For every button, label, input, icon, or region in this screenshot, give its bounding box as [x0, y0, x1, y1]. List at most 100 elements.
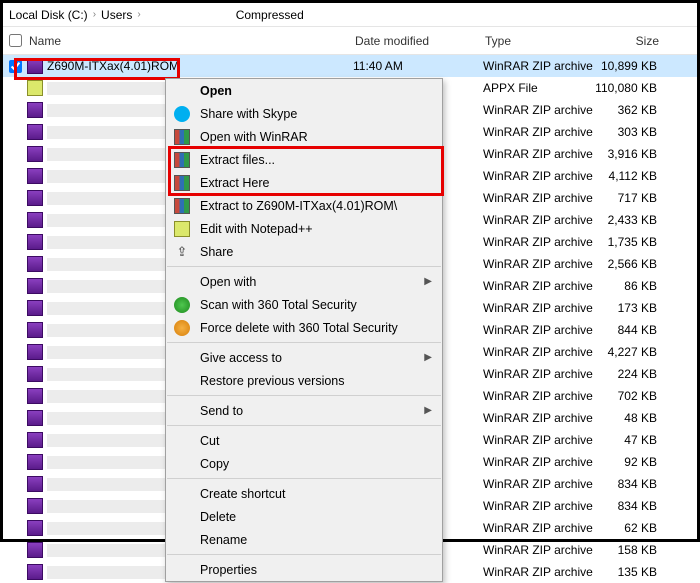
menu-properties[interactable]: Properties	[166, 558, 442, 581]
menu-extract-here[interactable]: Extract Here	[166, 171, 442, 194]
file-size: 2,566 KB	[595, 257, 665, 271]
chevron-right-icon: ›	[93, 9, 96, 20]
file-icon	[27, 58, 43, 74]
file-type: WinRAR ZIP archive	[483, 213, 595, 227]
file-size: 3,916 KB	[595, 147, 665, 161]
breadcrumb-part[interactable]: Users	[101, 8, 132, 22]
file-size: 834 KB	[595, 499, 665, 513]
menu-copy[interactable]: Copy	[166, 452, 442, 475]
file-icon	[27, 212, 43, 228]
file-type: WinRAR ZIP archive	[483, 433, 595, 447]
file-icon	[27, 278, 43, 294]
file-type: WinRAR ZIP archive	[483, 477, 595, 491]
row-checkbox[interactable]	[9, 60, 22, 73]
menu-create-shortcut[interactable]: Create shortcut	[166, 482, 442, 505]
file-icon	[27, 300, 43, 316]
header-size[interactable]: Size	[597, 34, 667, 48]
menu-separator	[167, 425, 441, 426]
file-type: WinRAR ZIP archive	[483, 191, 595, 205]
chevron-right-icon: ›	[137, 9, 140, 20]
file-type: WinRAR ZIP archive	[483, 455, 595, 469]
file-icon	[27, 124, 43, 140]
header-date[interactable]: Date modified	[355, 34, 485, 48]
file-size: 110,080 KB	[595, 81, 665, 95]
menu-separator	[167, 478, 441, 479]
file-type: WinRAR ZIP archive	[483, 301, 595, 315]
context-menu: Open Share with Skype Open with WinRAR E…	[165, 78, 443, 582]
file-size: 362 KB	[595, 103, 665, 117]
select-all-checkbox[interactable]	[9, 34, 22, 47]
file-size: 2,433 KB	[595, 213, 665, 227]
file-icon	[27, 388, 43, 404]
file-icon	[27, 542, 43, 558]
file-size: 86 KB	[595, 279, 665, 293]
menu-open[interactable]: Open	[166, 79, 442, 102]
file-date: 11:40 AM	[353, 59, 483, 73]
skype-icon	[174, 106, 190, 122]
file-type: WinRAR ZIP archive	[483, 345, 595, 359]
chevron-right-icon: ▶	[424, 405, 432, 416]
menu-extract-to[interactable]: Extract to Z690M-ITXax(4.01)ROM\	[166, 194, 442, 217]
winrar-icon	[174, 175, 190, 191]
file-type: WinRAR ZIP archive	[483, 411, 595, 425]
chevron-right-icon: ▶	[424, 352, 432, 363]
file-size: 158 KB	[595, 543, 665, 557]
file-icon	[27, 564, 43, 580]
share-icon: ⇪	[174, 244, 190, 260]
table-row[interactable]: Z690M-ITXax(4.01)ROM11:40 AMWinRAR ZIP a…	[3, 55, 697, 77]
menu-give-access[interactable]: Give access to▶	[166, 346, 442, 369]
360-delete-icon	[174, 320, 190, 336]
menu-open-with[interactable]: Open with▶	[166, 270, 442, 293]
file-size: 135 KB	[595, 565, 665, 579]
file-size: 4,112 KB	[595, 169, 665, 183]
column-headers: Name Date modified Type Size	[3, 27, 697, 55]
file-size: 92 KB	[595, 455, 665, 469]
file-size: 47 KB	[595, 433, 665, 447]
file-size: 224 KB	[595, 367, 665, 381]
breadcrumb-part[interactable]: Compressed	[236, 8, 304, 22]
menu-separator	[167, 266, 441, 267]
menu-send-to[interactable]: Send to▶	[166, 399, 442, 422]
file-size: 717 KB	[595, 191, 665, 205]
file-icon	[27, 366, 43, 382]
menu-share[interactable]: ⇪Share	[166, 240, 442, 263]
menu-cut[interactable]: Cut	[166, 429, 442, 452]
menu-edit-npp[interactable]: Edit with Notepad++	[166, 217, 442, 240]
menu-force-delete[interactable]: Force delete with 360 Total Security	[166, 316, 442, 339]
header-type[interactable]: Type	[485, 34, 597, 48]
file-icon	[27, 168, 43, 184]
file-icon	[27, 102, 43, 118]
menu-separator	[167, 342, 441, 343]
file-icon	[27, 146, 43, 162]
file-type: WinRAR ZIP archive	[483, 235, 595, 249]
chevron-right-icon: ▶	[424, 276, 432, 287]
menu-restore-prev[interactable]: Restore previous versions	[166, 369, 442, 392]
menu-rename[interactable]: Rename	[166, 528, 442, 551]
menu-open-winrar[interactable]: Open with WinRAR	[166, 125, 442, 148]
breadcrumb-part[interactable]: Local Disk (C:)	[9, 8, 88, 22]
360-icon	[174, 297, 190, 313]
notepadpp-icon	[174, 221, 190, 237]
menu-delete[interactable]: Delete	[166, 505, 442, 528]
file-type: WinRAR ZIP archive	[483, 521, 595, 535]
file-size: 48 KB	[595, 411, 665, 425]
menu-extract-files[interactable]: Extract files...	[166, 148, 442, 171]
file-icon	[27, 476, 43, 492]
breadcrumb[interactable]: Local Disk (C:) › Users › Compressed	[3, 3, 697, 27]
file-size: 834 KB	[595, 477, 665, 491]
menu-scan-360[interactable]: Scan with 360 Total Security	[166, 293, 442, 316]
file-type: APPX File	[483, 81, 595, 95]
file-icon	[27, 190, 43, 206]
file-icon	[27, 234, 43, 250]
header-name[interactable]: Name	[27, 34, 355, 48]
file-type: WinRAR ZIP archive	[483, 565, 595, 579]
file-type: WinRAR ZIP archive	[483, 103, 595, 117]
file-size: 62 KB	[595, 521, 665, 535]
file-icon	[27, 322, 43, 338]
menu-share-skype[interactable]: Share with Skype	[166, 102, 442, 125]
file-icon	[27, 344, 43, 360]
file-size: 173 KB	[595, 301, 665, 315]
file-type: WinRAR ZIP archive	[483, 59, 595, 73]
file-icon	[27, 410, 43, 426]
file-icon	[27, 256, 43, 272]
